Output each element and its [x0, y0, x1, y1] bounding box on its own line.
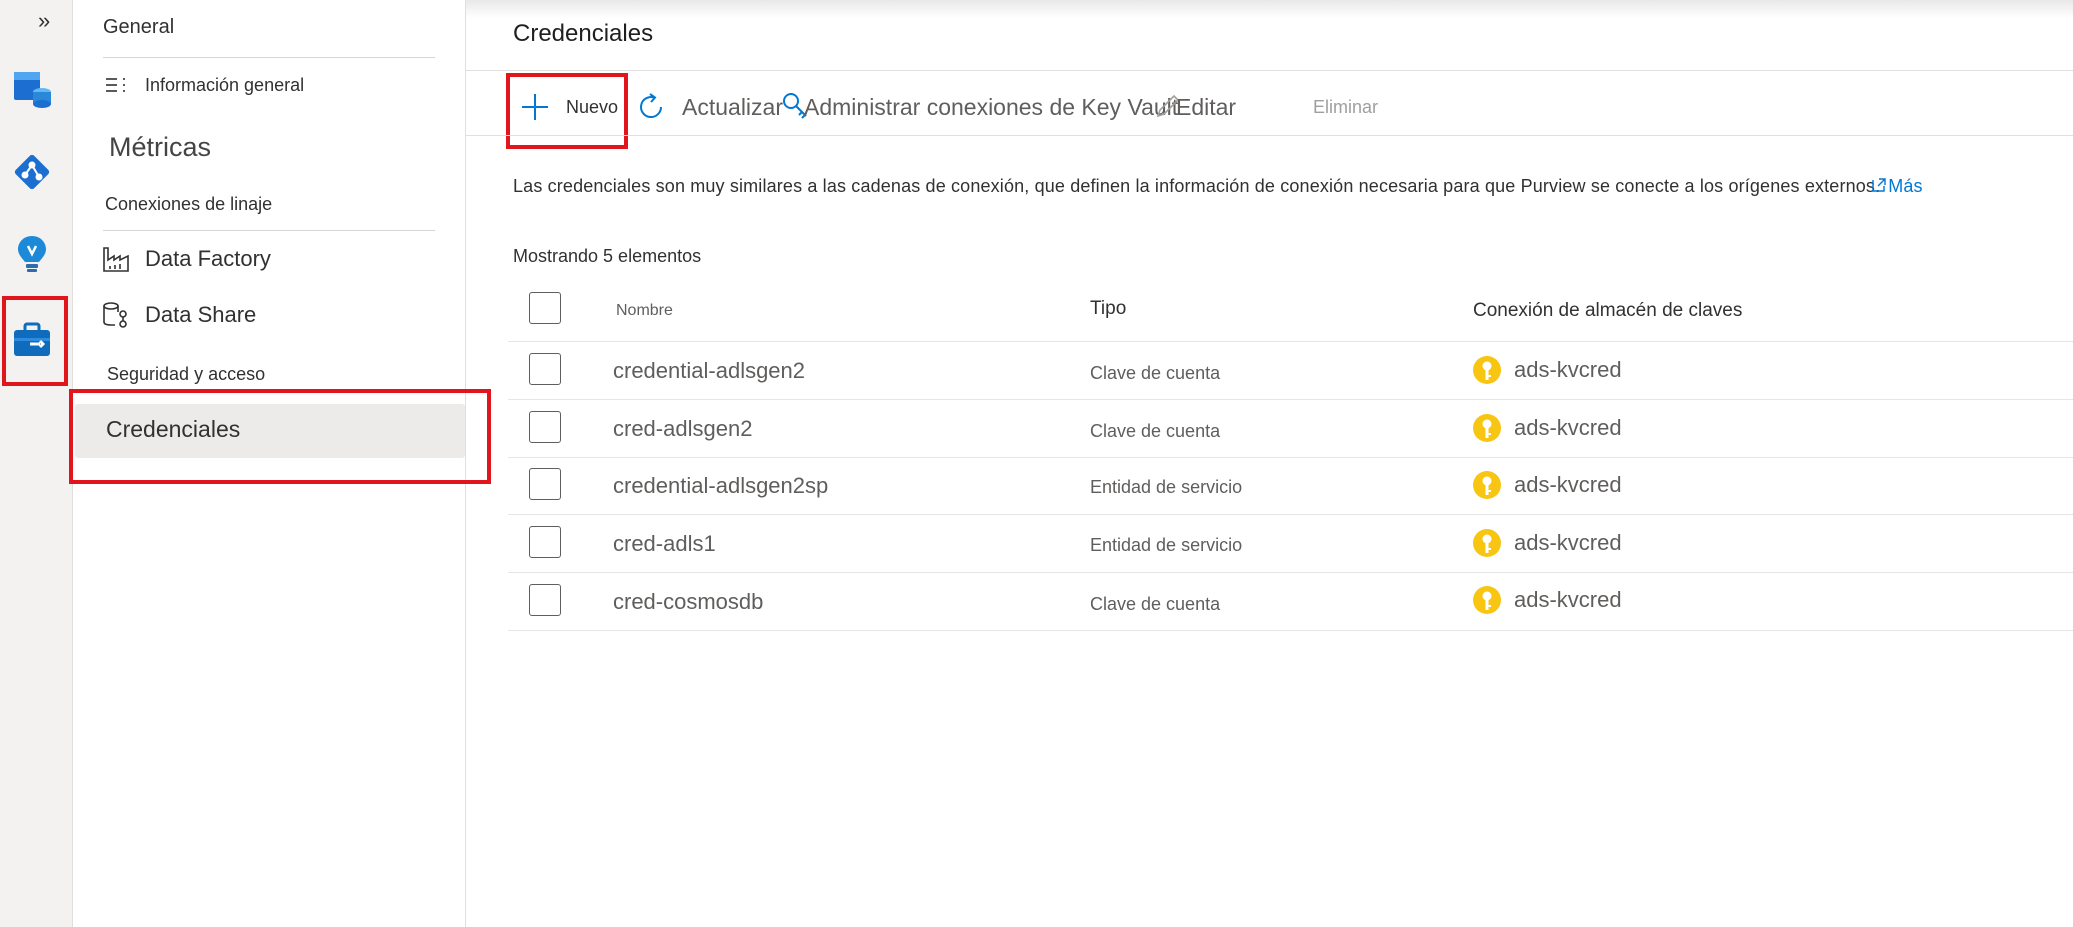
nav-item-overview-label: Información general: [145, 74, 305, 95]
divider: [508, 572, 2073, 573]
nav-item-data-share[interactable]: Data Share: [101, 300, 256, 330]
new-button-highlight-frame: [506, 73, 628, 149]
nav-item-data-factory-label: Data Factory: [145, 246, 271, 271]
cell-type: Entidad de servicio: [1090, 535, 1243, 555]
keyvault-icon: [1473, 356, 1501, 384]
description-text: Las credenciales son muy similares a las…: [513, 176, 2073, 197]
divider: [103, 57, 435, 58]
description-body: Las credenciales son muy similares a las…: [513, 176, 1881, 196]
data-catalog-icon[interactable]: [8, 148, 56, 196]
data-map-icon[interactable]: [8, 64, 56, 112]
cell-name[interactable]: cred-adlsgen2: [613, 416, 752, 442]
section-lineage: Conexiones de linaje: [105, 194, 273, 214]
list-icon: [106, 78, 125, 92]
credentials-highlight-frame: [69, 389, 491, 484]
cell-type: Entidad de servicio: [1090, 477, 1243, 497]
cell-keyvault-label: ads-kvcred: [1514, 530, 1622, 555]
refresh-button-label: Actualizar: [682, 93, 783, 120]
manage-keyvault-label: Administrar conexiones de Key Vault: [804, 93, 1179, 120]
nav-item-metrics[interactable]: Métricas: [109, 132, 211, 163]
select-all-checkbox[interactable]: [529, 292, 561, 324]
delete-button[interactable]: Eliminar: [1313, 82, 1378, 132]
cell-name[interactable]: credential-adlsgen2sp: [613, 473, 828, 499]
cell-keyvault-label: ads-kvcred: [1514, 587, 1622, 612]
row-checkbox[interactable]: [529, 584, 561, 616]
section-general: General: [103, 16, 175, 38]
cell-keyvault-label: ads-kvcred: [1514, 415, 1622, 440]
divider: [466, 70, 2073, 71]
external-link-icon[interactable]: [1870, 176, 1888, 194]
column-header-name[interactable]: Nombre: [616, 302, 673, 320]
section-security: Seguridad y acceso: [107, 364, 266, 384]
divider: [466, 135, 2073, 136]
edit-button-label: Editar: [1176, 93, 1237, 120]
nav-item-data-factory[interactable]: Data Factory: [101, 244, 271, 274]
cell-keyvault: ads-kvcred: [1472, 470, 1622, 500]
toolbox-highlight-frame: [2, 296, 68, 386]
insights-icon[interactable]: [8, 230, 56, 278]
keyvault-icon: [1473, 414, 1501, 442]
divider: [103, 230, 435, 231]
cell-type: Clave de cuenta: [1090, 594, 1221, 614]
cell-keyvault: ads-kvcred: [1472, 528, 1622, 558]
expand-nav-icon[interactable]: »: [38, 8, 50, 34]
row-checkbox[interactable]: [529, 526, 561, 558]
delete-button-label: Eliminar: [1313, 96, 1379, 117]
cell-type: Clave de cuenta: [1090, 421, 1221, 441]
cell-name[interactable]: credential-adlsgen2: [613, 358, 805, 384]
row-checkbox[interactable]: [529, 353, 561, 385]
divider: [508, 457, 2073, 458]
edit-button[interactable]: Editar: [1150, 82, 1236, 132]
divider: [508, 514, 2073, 515]
divider: [508, 630, 2073, 631]
keyvault-icon: [1473, 586, 1501, 614]
row-checkbox[interactable]: [529, 468, 561, 500]
cell-keyvault-label: ads-kvcred: [1514, 357, 1622, 382]
cell-keyvault: ads-kvcred: [1472, 355, 1622, 385]
data-share-icon: [103, 302, 127, 328]
top-shade: [466, 0, 2073, 18]
cell-name[interactable]: cred-cosmosdb: [613, 589, 763, 615]
cell-keyvault: ads-kvcred: [1472, 413, 1622, 443]
more-link[interactable]: Más: [1888, 176, 1922, 196]
refresh-button[interactable]: Actualizar: [634, 82, 783, 132]
column-header-type[interactable]: Tipo: [1090, 298, 1126, 320]
cell-name[interactable]: cred-adls1: [613, 531, 716, 557]
keyvault-icon: [1473, 471, 1501, 499]
item-count: Mostrando 5 elementos: [513, 246, 702, 266]
page-title: Credenciales: [513, 20, 654, 47]
factory-icon: [103, 247, 129, 272]
divider: [508, 399, 2073, 400]
nav-item-overview[interactable]: Información general: [103, 74, 304, 96]
keyvault-icon: [1473, 529, 1501, 557]
left-icon-rail: »: [0, 0, 73, 927]
refresh-icon: [640, 93, 663, 119]
column-header-keyvault[interactable]: Conexión de almacén de claves: [1473, 300, 1742, 322]
row-checkbox[interactable]: [529, 411, 561, 443]
divider: [508, 341, 2073, 342]
cell-keyvault: ads-kvcred: [1472, 585, 1622, 615]
manage-keyvault-button[interactable]: Administrar conexiones de Key Vault: [780, 82, 1178, 132]
nav-item-data-share-label: Data Share: [145, 302, 257, 327]
cell-type: Clave de cuenta: [1090, 363, 1221, 383]
cell-keyvault-label: ads-kvcred: [1514, 472, 1622, 497]
